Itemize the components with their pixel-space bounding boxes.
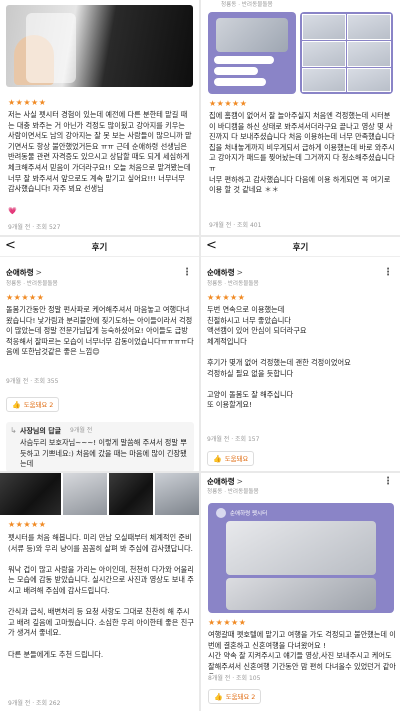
review-text: 집에 홈캠이 없어서 잘 놀아주실지 처음엔 걱정했는데 시터분이 바디캠을 하… — [209, 111, 395, 195]
grid-photo — [347, 41, 391, 67]
chat-avatar — [216, 508, 226, 518]
review-card-6: 순애하령 > ⋮ 청룡동 · 반려동물돌봄 순애하령 펫시터 ★★★★★ 여행갈때… — [201, 473, 400, 711]
review-photo-chat[interactable]: 순애하령 펫시터 — [208, 503, 394, 613]
grid-photo — [347, 14, 391, 40]
reply-title: 사장님의 답글 — [20, 427, 62, 435]
rating-stars: ★★★★★ — [209, 99, 248, 108]
review-card-3: < 후기 순애하령 > ⋮ 청룡동 · 반려동물돌봄 ★★★★★ 돌봄기간동안 정… — [0, 237, 199, 471]
review-meta: 9개월 전 · 조회 527 — [8, 224, 61, 231]
helpful-button[interactable]: 👍 도움돼요 2 — [6, 397, 60, 412]
strip-photo — [63, 473, 108, 515]
user-row[interactable]: 순애하령 > — [6, 267, 42, 278]
more-icon[interactable]: ⋮ — [182, 268, 192, 278]
grid-photo — [302, 14, 346, 40]
review-photo-strip[interactable] — [0, 473, 199, 515]
thumbs-up-icon: 👍 — [214, 692, 223, 701]
back-icon[interactable]: < — [206, 238, 217, 253]
strip-photo — [109, 473, 154, 515]
chat-bubble — [216, 18, 288, 52]
review-meta: 8개월 전 · 조회 105 — [208, 675, 261, 682]
review-photo-grid[interactable] — [300, 12, 393, 94]
rating-stars: ★★★★★ — [8, 98, 47, 107]
chevron-right-icon: > — [236, 477, 243, 486]
user-row[interactable]: 순애하령 > — [207, 267, 243, 278]
review-card-5: ★★★★★ 펫시터를 처음 해봅니다. 미리 만남 오실때부터 체계적인 준비(… — [0, 473, 199, 711]
review-meta: 9개월 전 · 조회 262 — [8, 700, 61, 707]
grid-photo — [302, 41, 346, 67]
chat-photo — [226, 578, 376, 610]
owner-reply: ↳ 사장님의 답글 9개월 전 사슴두리 보호자님~~~! 이렇게 말씀해 주셔… — [6, 422, 194, 471]
chat-bubble — [214, 78, 266, 86]
rating-stars: ★★★★★ — [208, 618, 247, 627]
thumbs-up-icon: 👍 — [12, 400, 21, 409]
review-card-2: 청룡동 · 반려동물돌봄 ★★★★★ 집에 홈캠이 없어서 잘 놀아주실지 처음… — [201, 0, 400, 235]
page-title: 후기 — [91, 242, 108, 253]
more-icon[interactable]: ⋮ — [383, 477, 393, 487]
reply-meta: 9개월 전 — [70, 427, 93, 434]
reply-arrow-icon: ↳ — [10, 426, 17, 435]
chat-name: 순애하령 펫시터 — [230, 511, 268, 517]
helpful-label: 도움돼요 — [224, 455, 249, 463]
review-text: 여행갈때 펫호텔에 맡기고 여행을 가도 걱정되고 불안했는데 이번에 결혼하고… — [208, 630, 396, 674]
user-sub: 청룡동 · 반려동물돌봄 — [207, 281, 259, 287]
chat-photo — [226, 521, 376, 575]
user-name[interactable]: 순애하령 > — [6, 267, 42, 278]
user-sub: 청룡동 · 반려동물돌봄 — [6, 281, 58, 287]
review-meta: 9개월 전 · 조회 157 — [207, 436, 260, 443]
chevron-right-icon: > — [236, 268, 243, 277]
review-meta: 9개월 전 · 조회 355 — [6, 378, 59, 385]
user-row[interactable]: 순애하령 > — [207, 476, 243, 487]
user-sub: 청룡동 · 반려동물돌봄 — [221, 2, 273, 8]
review-text: 펫시터를 처음 해봅니다. 미리 만남 오실때부터 체계적인 준비(서류 등)와… — [8, 533, 194, 659]
review-text: 돌봄기간동안 정말 펀사파로 케어해주셔서 마음놓고 여행다녀왔습니다! 낯가림… — [6, 305, 194, 357]
rating-stars: ★★★★★ — [8, 520, 47, 529]
review-photo-chat[interactable] — [208, 12, 296, 94]
grid-photo — [347, 68, 391, 92]
more-icon[interactable]: ⋮ — [383, 268, 393, 278]
strip-photo — [155, 473, 199, 515]
user-name[interactable]: 순애하령 > — [207, 267, 243, 278]
user-name[interactable]: 순애하령 > — [207, 476, 243, 487]
chevron-right-icon: > — [35, 268, 42, 277]
review-card-1: ★★★★★ 저는 사실 펫시터 경험이 있는데 예전에 다른 분한테 맡길 때는… — [0, 0, 199, 235]
helpful-label: 도움돼요 2 — [23, 401, 54, 409]
thumbs-up-icon: 👍 — [213, 454, 222, 463]
review-card-4: < 후기 순애하령 > ⋮ 청룡동 · 반려동물돌봄 ★★★★★ 두번 연속으로 … — [201, 237, 400, 471]
bottle-shape — [26, 13, 76, 83]
user-sub: 청룡동 · 반려동물돌봄 — [207, 489, 259, 495]
grid-photo — [302, 68, 346, 92]
heart-emoji: 💗 — [8, 207, 17, 215]
helpful-button[interactable]: 👍 도움돼요 2 — [208, 689, 262, 704]
review-photo[interactable] — [6, 5, 193, 87]
reply-text: 사슴두리 보호자님~~~! 이렇게 말씀해 주셔서 정말 뿌듯하고 기쁘네요:)… — [20, 438, 187, 469]
rating-stars: ★★★★★ — [6, 293, 45, 302]
review-text: 두번 연속으로 이용했는데 친절하시고 너무 좋았습니다 액션캠이 있어 안심이… — [207, 305, 351, 410]
review-meta: 9개월 전 · 조회 401 — [209, 222, 262, 229]
top-bar: < 후기 — [201, 237, 400, 257]
helpful-label: 도움돼요 2 — [225, 693, 256, 701]
page-title: 후기 — [292, 242, 309, 253]
chat-bubble — [214, 56, 274, 64]
back-icon[interactable]: < — [5, 238, 16, 253]
top-bar: < 후기 — [0, 237, 199, 257]
review-text: 저는 사실 펫시터 경험이 있는데 예전에 다른 분한테 맡길 때는 대충 봐주… — [8, 110, 192, 194]
strip-photo — [0, 473, 62, 515]
helpful-button[interactable]: 👍 도움돼요 — [207, 451, 255, 466]
chat-bubble — [214, 67, 258, 75]
rating-stars: ★★★★★ — [207, 293, 246, 302]
